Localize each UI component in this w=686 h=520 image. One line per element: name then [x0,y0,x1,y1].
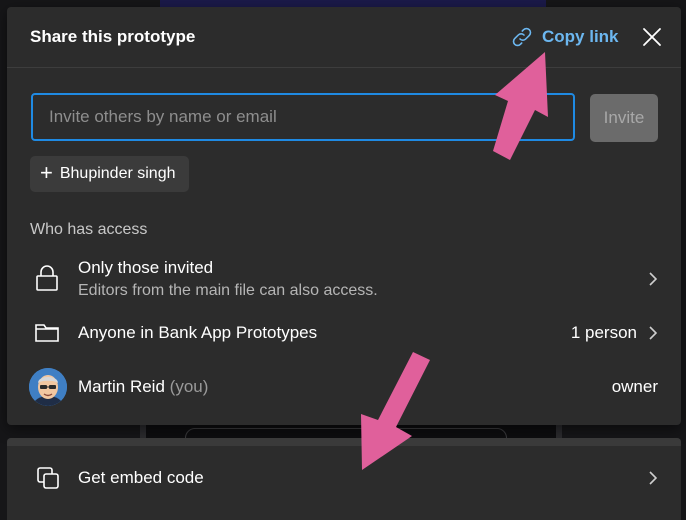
link-icon [510,25,534,49]
plus-icon: + [40,160,53,185]
dialog-header: Share this prototype Copy link [7,7,681,68]
suggested-user-chip[interactable]: + Bhupinder singh [30,156,189,192]
folder-icon [35,323,59,348]
access-row-title: Anyone in Bank App Prototypes [78,323,318,342]
copy-link-label: Copy link [542,27,619,46]
owner-role: owner [611,377,658,396]
access-section-label: Who has access [30,221,148,238]
close-icon[interactable] [640,25,664,49]
get-embed-code-row[interactable]: Get embed code [7,456,681,500]
suggested-user-label: Bhupinder singh [59,165,176,182]
invite-button[interactable]: Invite [590,94,658,142]
access-row-invited[interactable]: Only those invited Editors from the main… [7,252,681,304]
access-row-title: Only those invited [78,258,214,277]
chevron-right-icon [649,272,658,286]
share-dialog: Share this prototype Copy link Invite + … [7,7,681,425]
owner-name-text: Martin Reid [78,377,165,396]
copy-icon [36,466,60,495]
owner-name: Martin Reid (you) [78,377,208,397]
chevron-right-icon [649,326,658,340]
lock-icon [35,264,59,297]
invite-input[interactable] [31,93,575,141]
embed-label: Get embed code [78,468,204,487]
embed-panel: Get embed code [7,438,681,520]
owner-you-suffix: (you) [169,377,209,396]
access-row-team[interactable]: Anyone in Bank App Prototypes 1 person [7,317,681,349]
chevron-right-icon [649,471,658,485]
member-count: 1 person [570,323,637,342]
embed-panel-top-strip [7,438,681,446]
dialog-title: Share this prototype [30,27,196,46]
copy-link-button[interactable]: Copy link [510,23,619,51]
access-row-owner: Martin Reid (you) owner [7,371,681,403]
access-row-subtitle: Editors from the main file can also acce… [78,282,378,299]
